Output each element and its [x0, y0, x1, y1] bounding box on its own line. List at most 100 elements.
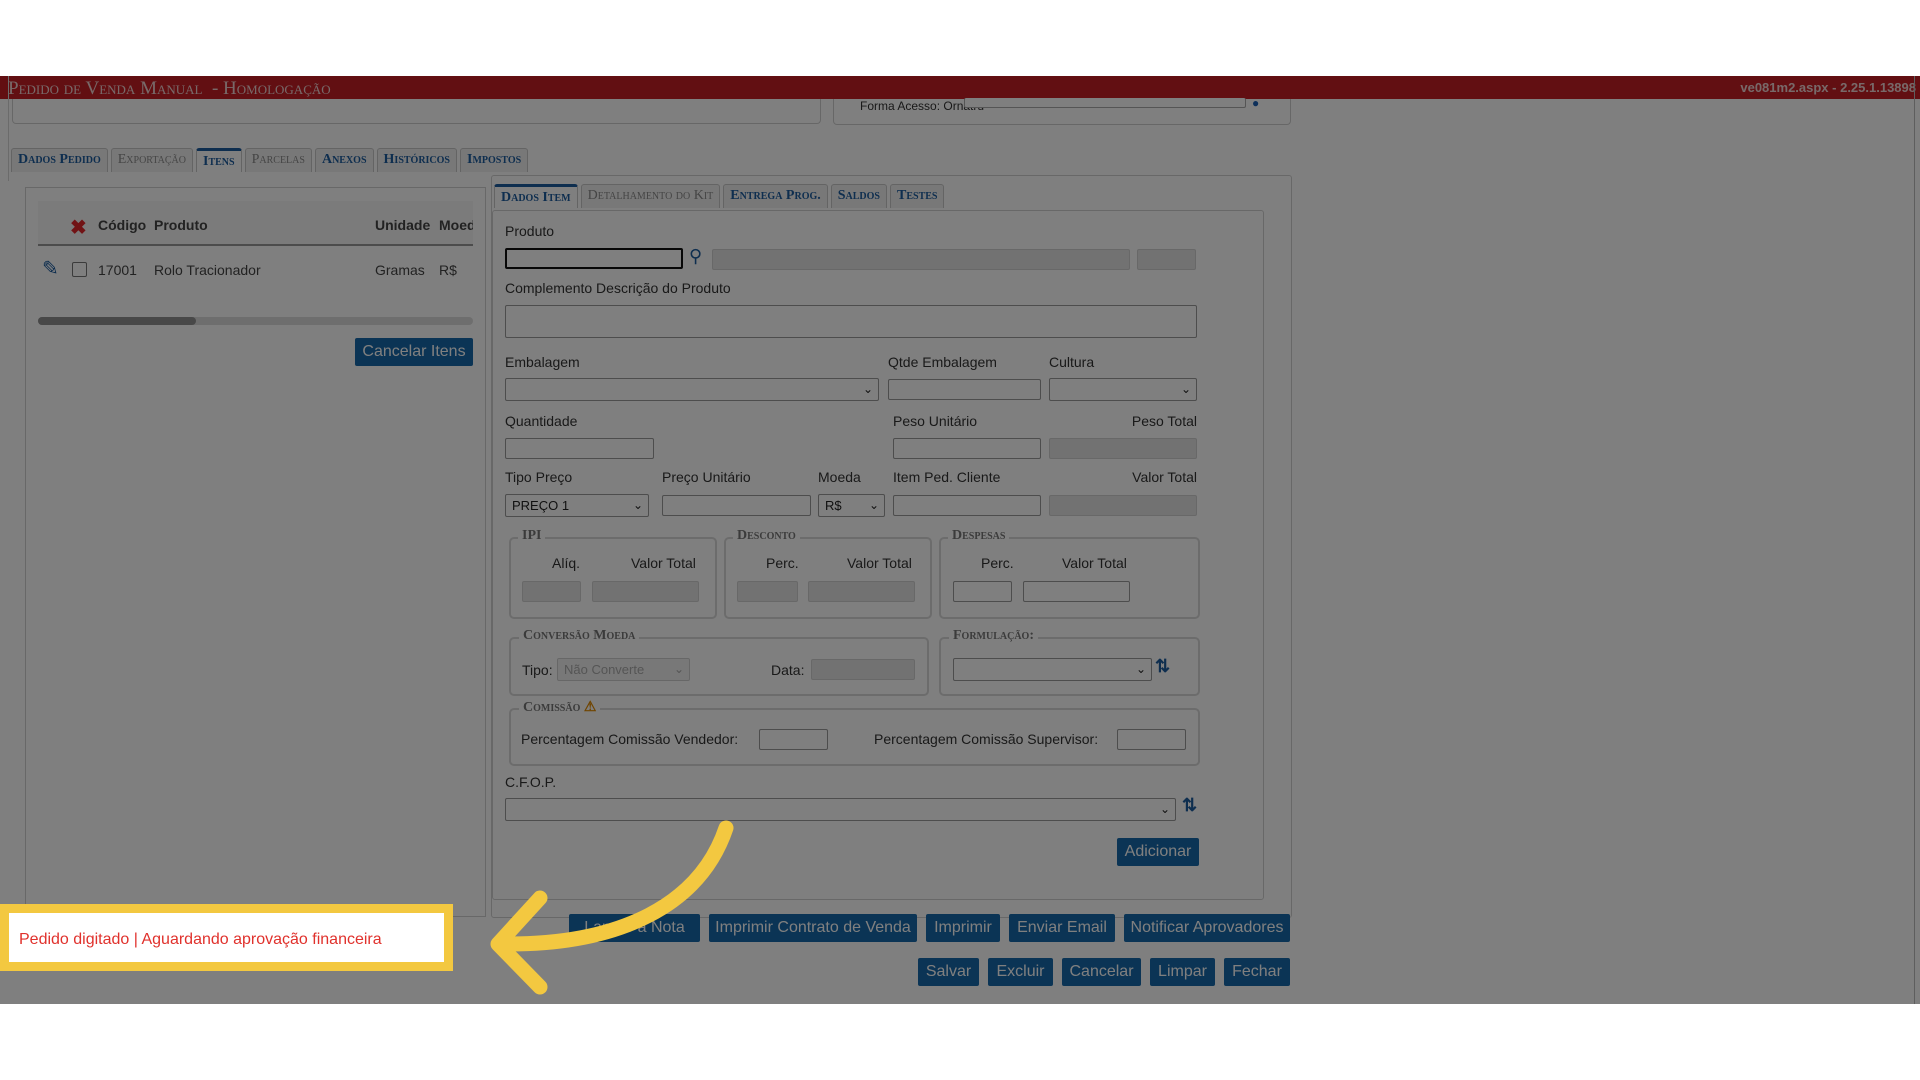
cancelar-button[interactable]: Cancelar	[1062, 958, 1141, 986]
lancar-nota-button[interactable]: Lançar a Nota	[569, 914, 700, 942]
warning-icon: ⚠	[583, 700, 597, 715]
tab-dados-item[interactable]: Dados Item	[494, 184, 578, 208]
imprimir-button[interactable]: Imprimir	[926, 914, 1000, 942]
tipo-preco-label: Tipo Preço	[505, 469, 573, 485]
produto-extra-field	[1137, 249, 1196, 270]
excluir-button[interactable]: Excluir	[988, 958, 1053, 986]
fechar-button[interactable]: Fechar	[1224, 958, 1290, 986]
despesas-perc-input[interactable]	[953, 581, 1012, 602]
cultura-select[interactable]: ⌄	[1049, 378, 1197, 401]
qtde-embalagem-input[interactable]	[888, 379, 1041, 400]
chevron-down-icon: ⌄	[1159, 802, 1170, 816]
items-grid-header: ✖ Código Produto Unidade Moed	[38, 201, 473, 246]
conversao-tipo-select[interactable]: Não Converte ⌄	[557, 658, 690, 681]
tab-itens[interactable]: Itens	[196, 148, 242, 172]
despesas-fieldset	[939, 537, 1200, 619]
despesas-valor-total-input[interactable]	[1023, 581, 1130, 602]
formulacao-select[interactable]: ⌄	[953, 658, 1152, 681]
ipi-legend: IPI	[518, 528, 546, 544]
previous-section-box	[12, 99, 821, 124]
edit-pencil-icon[interactable]: ✎	[42, 256, 59, 281]
valor-total-label: Valor Total	[1132, 469, 1197, 485]
tab-detalhamento-kit[interactable]: Detalhamento do Kit	[580, 184, 721, 208]
tab-testes[interactable]: Testes	[890, 184, 945, 208]
grid-horizontal-scrollbar[interactable]	[38, 317, 473, 325]
item-ped-cliente-input[interactable]	[893, 495, 1041, 516]
delete-all-icon[interactable]: ✖	[70, 215, 87, 240]
refresh-icon[interactable]: ⇅	[1182, 795, 1197, 816]
produto-descricao-field	[712, 249, 1130, 270]
main-tab-bar: Dados Pedido Exportação Itens Parcelas A…	[11, 148, 529, 172]
desconto-valor-total-field	[808, 581, 915, 602]
conversao-data-label: Data:	[771, 662, 805, 678]
table-row[interactable]: ✎ 17001 Rolo Tracionador Gramas R$	[38, 248, 473, 290]
chevron-down-icon: ⌄	[632, 498, 643, 512]
tab-exportacao[interactable]: Exportação	[110, 148, 194, 172]
tab-saldos[interactable]: Saldos	[830, 184, 887, 208]
screenshot-stage: Pedido de Venda Manual - Homologação ve0…	[0, 0, 1920, 1080]
limpar-button[interactable]: Limpar	[1150, 958, 1215, 986]
preco-unitario-input[interactable]	[662, 495, 811, 516]
search-icon[interactable]: ●	[1252, 96, 1259, 110]
item-ped-cliente-label: Item Ped. Cliente	[893, 469, 1001, 485]
desconto-valor-total-label: Valor Total	[847, 555, 912, 571]
peso-unitario-input[interactable]	[893, 438, 1041, 459]
chevron-down-icon: ⌄	[673, 662, 684, 676]
produto-input[interactable]	[505, 248, 683, 269]
peso-total-field	[1049, 438, 1197, 459]
ipi-fieldset	[509, 537, 717, 619]
embalagem-select[interactable]: ⌄	[505, 378, 879, 401]
comissao-supervisor-input[interactable]	[1117, 729, 1186, 750]
scrollbar-edge	[1914, 76, 1915, 1004]
quantidade-input[interactable]	[505, 438, 654, 459]
adicionar-button[interactable]: Adicionar	[1117, 838, 1199, 866]
conversao-data-field	[811, 659, 915, 680]
enviar-email-button[interactable]: Enviar Email	[1009, 914, 1115, 942]
chevron-down-icon: ⌄	[862, 382, 873, 396]
salvar-button[interactable]: Salvar	[918, 958, 979, 986]
cell-produto: Rolo Tracionador	[154, 262, 261, 278]
cultura-label: Cultura	[1049, 354, 1095, 370]
comissao-vendedor-label: Percentagem Comissão Vendedor:	[521, 731, 739, 747]
search-icon[interactable]: ⚲	[689, 246, 702, 267]
comissao-supervisor-label: Percentagem Comissão Supervisor:	[874, 731, 1099, 747]
ipi-valor-total-label: Valor Total	[631, 555, 696, 571]
col-moeda: Moed	[439, 217, 473, 233]
tab-impostos[interactable]: Impostos	[460, 148, 529, 172]
tab-dados-pedido[interactable]: Dados Pedido	[11, 148, 108, 172]
row-checkbox[interactable]	[72, 262, 87, 277]
status-highlight-box: Pedido digitado | Aguardando aprovação f…	[0, 904, 453, 971]
items-grid-panel	[25, 187, 486, 917]
cancelar-itens-button[interactable]: Cancelar Itens	[355, 338, 473, 366]
tab-historicos[interactable]: Históricos	[376, 148, 457, 172]
notificar-aprovadores-button[interactable]: Notificar Aprovadores	[1124, 914, 1290, 942]
imprimir-contrato-button[interactable]: Imprimir Contrato de Venda	[709, 914, 917, 942]
conversao-moeda-legend: Conversão Moeda	[519, 628, 640, 644]
complemento-textarea[interactable]	[505, 305, 1197, 338]
desconto-perc-field	[737, 581, 798, 602]
valor-total-field	[1049, 495, 1197, 516]
preco-unitario-label: Preço Unitário	[662, 469, 751, 485]
tipo-preco-select[interactable]: PREÇO 1 ⌄	[505, 494, 649, 517]
complemento-label: Complemento Descrição do Produto	[505, 280, 731, 296]
chevron-down-icon: ⌄	[1180, 382, 1191, 396]
qtde-embalagem-label: Qtde Embalagem	[888, 354, 997, 370]
desconto-perc-label: Perc.	[766, 555, 799, 571]
quantidade-label: Quantidade	[505, 413, 578, 429]
forma-acesso-input[interactable]	[964, 98, 1246, 108]
cell-codigo: 17001	[98, 262, 137, 278]
cfop-label: C.F.O.P.	[505, 774, 557, 790]
comissao-legend-text: Comissão	[523, 700, 581, 715]
refresh-icon[interactable]: ⇅	[1155, 656, 1170, 677]
chevron-down-icon: ⌄	[868, 498, 879, 512]
scrollbar-thumb[interactable]	[38, 317, 196, 325]
ipi-aliq-label: Alíq.	[552, 555, 581, 571]
comissao-vendedor-input[interactable]	[759, 729, 828, 750]
moeda-value: R$	[825, 498, 842, 513]
moeda-select[interactable]: R$ ⌄	[818, 494, 885, 517]
peso-total-label: Peso Total	[1131, 413, 1197, 429]
tab-entrega-prog[interactable]: Entrega Prog.	[723, 184, 828, 208]
cfop-select[interactable]: ⌄	[505, 798, 1176, 821]
tab-anexos[interactable]: Anexos	[314, 148, 374, 172]
tab-parcelas[interactable]: Parcelas	[244, 148, 312, 172]
